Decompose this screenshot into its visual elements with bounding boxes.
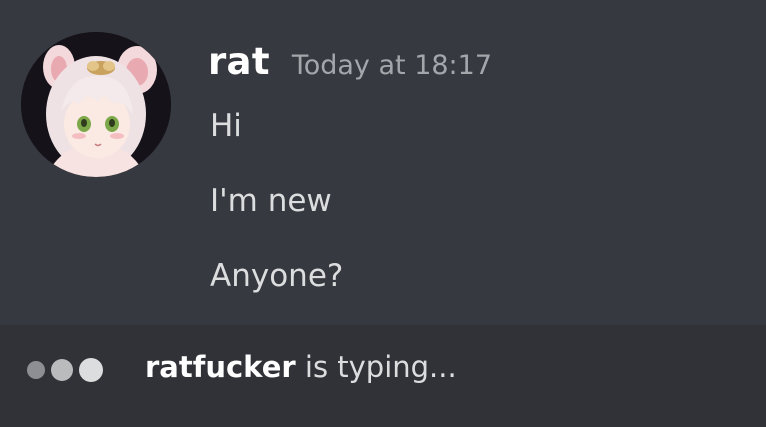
typing-dot <box>27 361 45 379</box>
typing-indicator-bar: ratfucker is typing... <box>0 325 766 427</box>
message-line: Hi <box>210 108 242 144</box>
message-line: I'm new <box>210 183 332 219</box>
typing-suffix: is typing... <box>295 350 457 384</box>
message-group: rat Today at 18:17 Hi I'm new Anyone? <box>0 0 766 320</box>
username[interactable]: rat <box>208 40 270 83</box>
typing-dots-icon <box>27 355 109 385</box>
anime-girl-avatar-icon <box>21 32 171 177</box>
typing-username: ratfucker <box>145 350 296 384</box>
typing-dot <box>79 358 103 382</box>
typing-dot <box>51 359 73 381</box>
user-avatar[interactable] <box>21 32 171 177</box>
typing-status: ratfucker is typing... <box>145 350 457 384</box>
timestamp[interactable]: Today at 18:17 <box>292 50 492 81</box>
message-header: rat Today at 18:17 <box>208 40 492 84</box>
message-line: Anyone? <box>210 258 344 294</box>
